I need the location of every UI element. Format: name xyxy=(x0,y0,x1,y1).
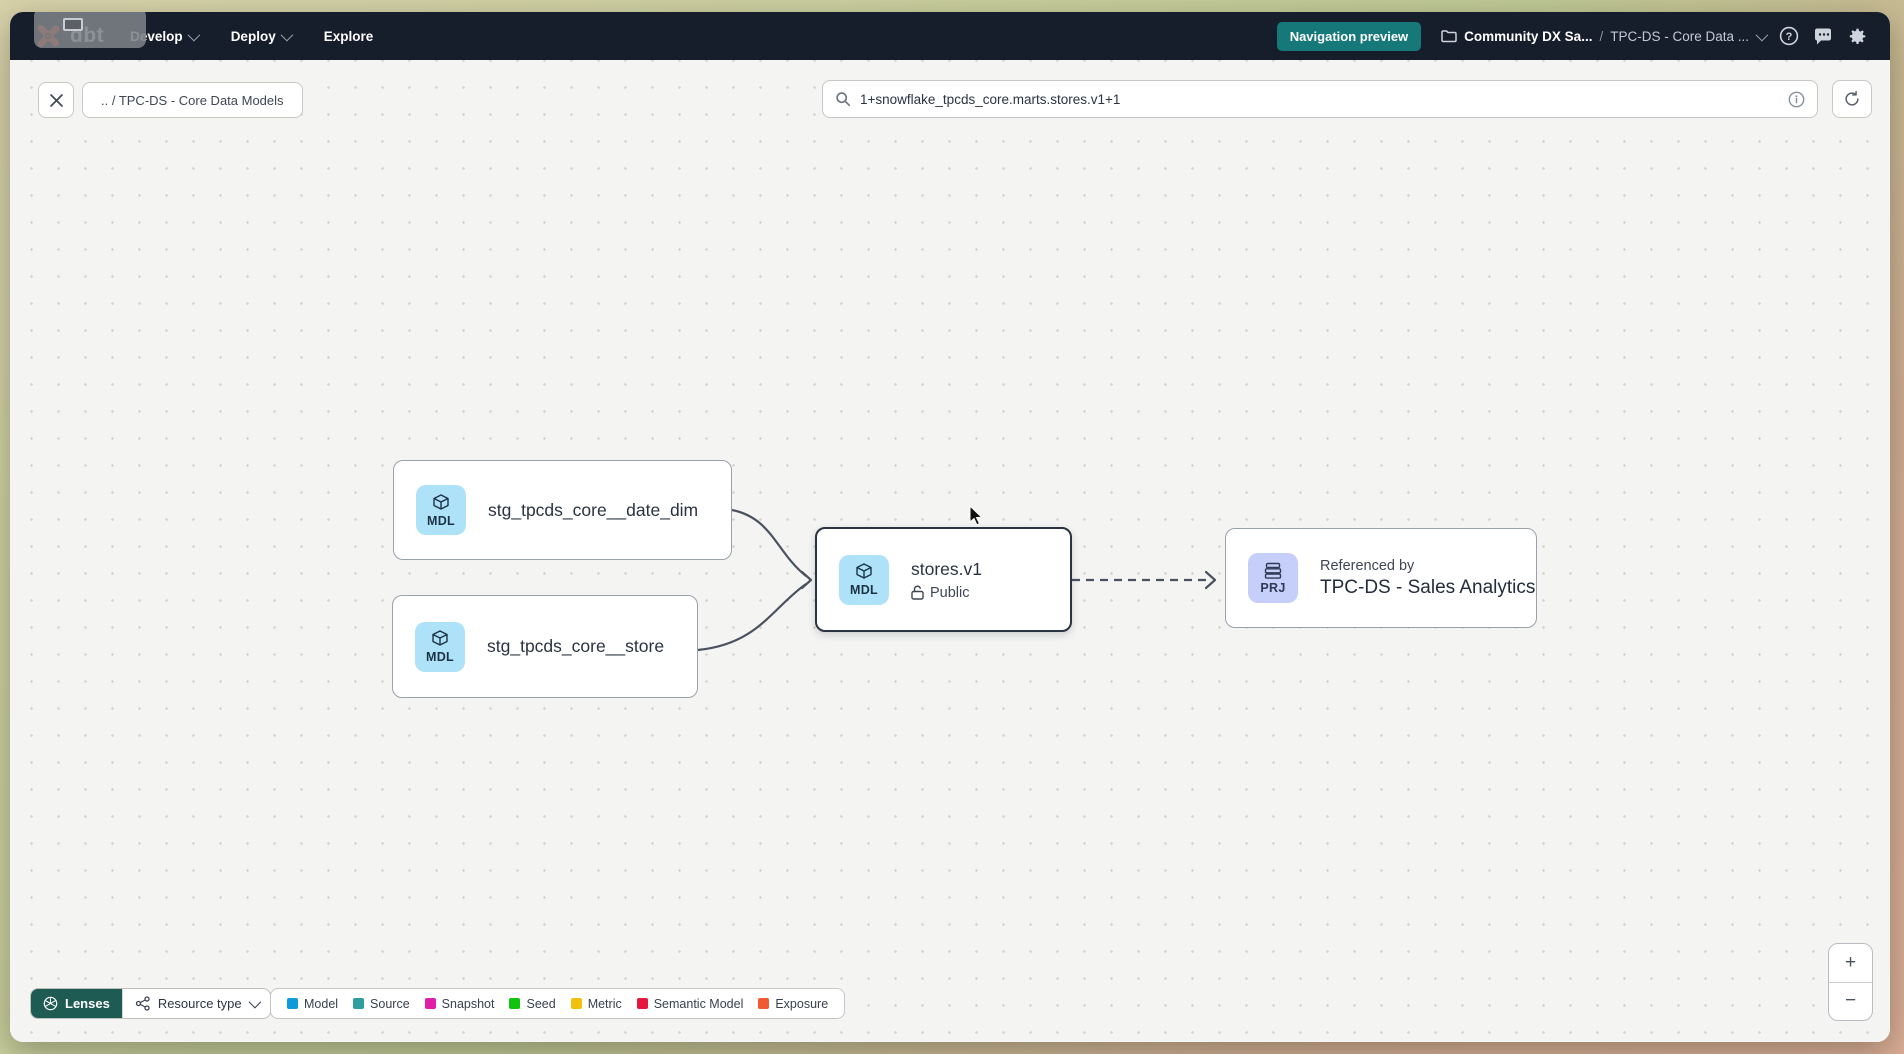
legend-swatch xyxy=(637,998,648,1009)
help-icon[interactable]: ? xyxy=(1779,26,1799,46)
lenses-button[interactable]: Lenses xyxy=(31,989,122,1018)
zoom-in-button[interactable]: + xyxy=(1829,944,1872,983)
archive-stack-icon xyxy=(1263,562,1283,580)
legend-swatch xyxy=(353,998,364,1009)
model-badge: MDL xyxy=(839,555,889,605)
app-window: dbt Develop Deploy Explore Navigation pr… xyxy=(10,12,1890,1042)
node-title: stg_tpcds_core__store xyxy=(487,636,664,657)
legend-item-seed: Seed xyxy=(509,997,555,1011)
legend-swatch xyxy=(509,998,520,1009)
project-badge: PRJ xyxy=(1248,553,1298,603)
mouse-cursor xyxy=(968,505,986,527)
chevron-down-icon xyxy=(280,28,293,41)
lens-aperture-icon xyxy=(43,996,58,1011)
node-caption: Referenced by xyxy=(1320,558,1535,574)
lineage-search-bar[interactable] xyxy=(822,80,1818,118)
node-access: Public xyxy=(911,585,982,601)
unlock-icon xyxy=(911,585,924,600)
breadcrumb-page[interactable]: TPC-DS - Core Data ... xyxy=(1610,29,1749,44)
node-title: stg_tpcds_core__date_dim xyxy=(488,500,698,521)
close-icon xyxy=(49,93,64,108)
node-title: TPC-DS - Sales Analytics xyxy=(1320,577,1535,599)
model-badge: MDL xyxy=(415,622,465,672)
cube-icon xyxy=(430,629,450,649)
node-stores-v1[interactable]: MDL stores.v1 Public xyxy=(815,527,1072,632)
breadcrumb-separator: / xyxy=(1599,29,1603,44)
top-navigation-bar: dbt Develop Deploy Explore Navigation pr… xyxy=(10,12,1890,60)
legend-item-model: Model xyxy=(287,997,338,1011)
legend-item-source: Source xyxy=(353,997,410,1011)
close-lineage-button[interactable] xyxy=(38,82,74,118)
legend-item-exposure: Exposure xyxy=(758,997,828,1011)
resource-type-legend: Model Source Snapshot Seed Metric Semant… xyxy=(270,988,845,1019)
breadcrumb-project[interactable]: Community DX Sa... xyxy=(1464,29,1592,44)
chevron-down-icon xyxy=(248,996,261,1009)
chevron-down-icon[interactable] xyxy=(1756,28,1769,41)
refresh-graph-button[interactable] xyxy=(1832,80,1872,118)
lineage-canvas[interactable]: .. / TPC-DS - Core Data Models MDL stg_t… xyxy=(10,60,1890,1042)
cube-icon xyxy=(854,562,874,582)
lenses-control-group: Lenses Resource type xyxy=(30,988,271,1019)
main-nav: Develop Deploy Explore xyxy=(130,29,373,44)
header-right: Navigation preview Community DX Sa... / … xyxy=(1277,22,1868,51)
settings-gear-icon[interactable] xyxy=(1847,26,1868,47)
zoom-controls: + − xyxy=(1828,943,1873,1021)
node-text-block: stores.v1 Public xyxy=(911,559,982,601)
resource-type-dropdown[interactable]: Resource type xyxy=(122,989,270,1018)
chevron-down-icon xyxy=(187,28,200,41)
legend-swatch xyxy=(571,998,582,1009)
refresh-icon xyxy=(1843,90,1861,108)
info-icon[interactable] xyxy=(1788,91,1805,108)
legend-item-semantic-model: Semantic Model xyxy=(637,997,744,1011)
node-stg-tpcds-core-date-dim[interactable]: MDL stg_tpcds_core__date_dim xyxy=(393,460,732,560)
recording-overlay xyxy=(34,12,146,48)
lineage-path-chip[interactable]: .. / TPC-DS - Core Data Models xyxy=(82,82,303,118)
zoom-out-button[interactable]: − xyxy=(1829,983,1872,1021)
legend-item-metric: Metric xyxy=(571,997,622,1011)
resource-graph-icon xyxy=(135,996,151,1011)
model-badge: MDL xyxy=(416,485,466,535)
navigation-preview-badge[interactable]: Navigation preview xyxy=(1277,22,1421,51)
node-text-block: Referenced by TPC-DS - Sales Analytics xyxy=(1320,558,1535,599)
nav-explore[interactable]: Explore xyxy=(324,29,374,44)
legend-swatch xyxy=(287,998,298,1009)
recording-overlay-icon xyxy=(63,18,83,31)
legend-item-snapshot: Snapshot xyxy=(425,997,495,1011)
breadcrumb: Community DX Sa... / TPC-DS - Core Data … xyxy=(1441,29,1765,44)
legend-swatch xyxy=(425,998,436,1009)
search-icon xyxy=(835,91,851,107)
cube-icon xyxy=(431,493,451,513)
node-tpcds-sales-analytics-project[interactable]: PRJ Referenced by TPC-DS - Sales Analyti… xyxy=(1225,528,1537,628)
nav-deploy[interactable]: Deploy xyxy=(231,29,290,44)
legend-swatch xyxy=(758,998,769,1009)
folder-icon xyxy=(1441,29,1457,43)
node-title: stores.v1 xyxy=(911,559,982,580)
svg-text:?: ? xyxy=(1786,31,1793,43)
feedback-icon[interactable] xyxy=(1813,27,1833,46)
node-stg-tpcds-core-store[interactable]: MDL stg_tpcds_core__store xyxy=(392,595,698,698)
selector-input[interactable] xyxy=(860,92,1779,107)
